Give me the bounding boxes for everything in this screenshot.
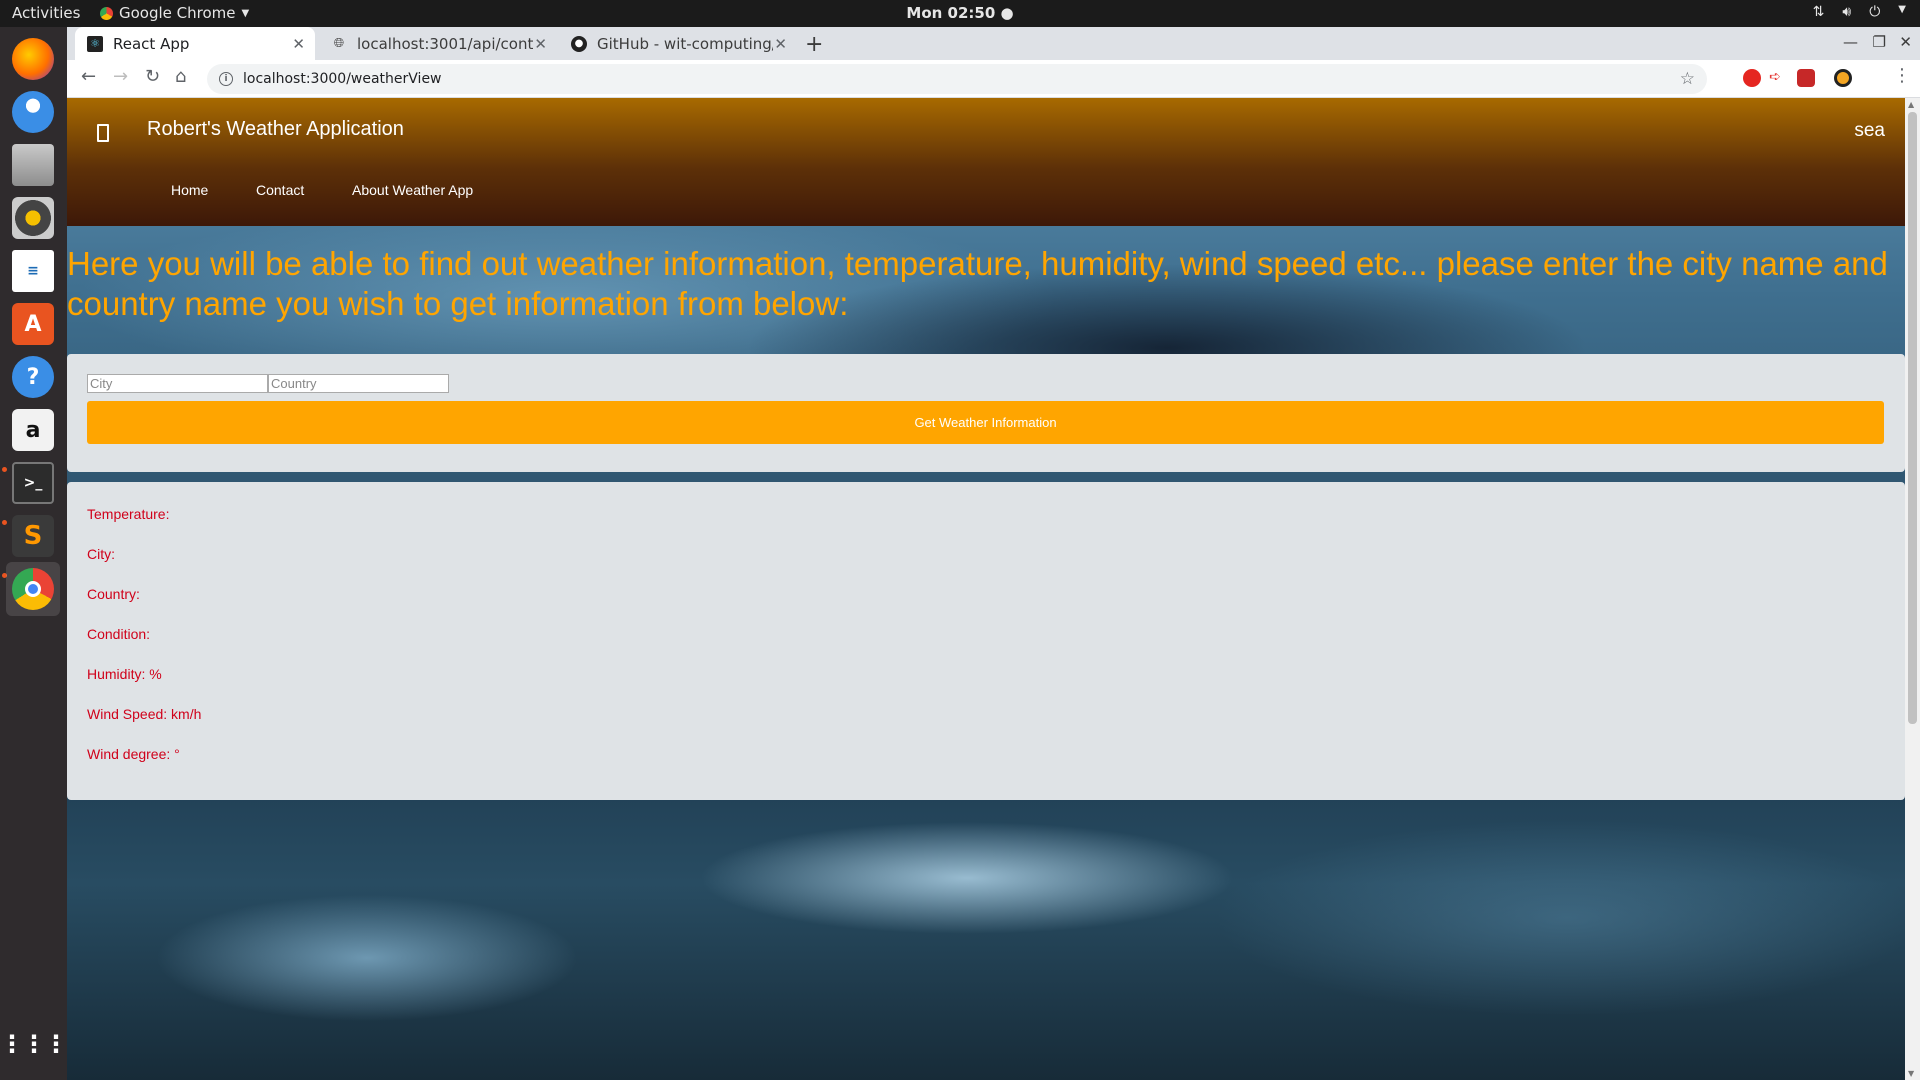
clock[interactable]: Mon 02:50 ● bbox=[906, 4, 1013, 22]
search-label[interactable]: sea bbox=[1854, 120, 1885, 142]
app-menu[interactable]: Google Chrome ▼ bbox=[100, 4, 249, 22]
nav-contact[interactable]: Contact bbox=[256, 182, 304, 198]
restore-button[interactable]: ❐ bbox=[1873, 33, 1886, 51]
scrollbar-thumb[interactable] bbox=[1908, 112, 1917, 724]
dock-software[interactable]: A bbox=[6, 297, 60, 351]
city-label: City: bbox=[87, 546, 115, 562]
nav-about[interactable]: About Weather App bbox=[352, 182, 473, 198]
tab-strip: ⚛ React App ✕ 🌐︎ localhost:3001/api/cont… bbox=[67, 27, 1920, 60]
new-tab-button[interactable]: + bbox=[805, 32, 823, 57]
browser-toolbar: ← → ↻ ⌂ i localhost:3000/weatherView ☆ ➪… bbox=[67, 60, 1920, 98]
country-label: Country: bbox=[87, 586, 140, 602]
web-page: Robert's Weather Application sea Home Co… bbox=[67, 98, 1905, 1080]
address-bar[interactable]: i localhost:3000/weatherView ☆ bbox=[207, 64, 1707, 94]
close-icon[interactable]: ✕ bbox=[292, 35, 305, 53]
weather-results: Temperature: City: Country: Condition: H… bbox=[67, 482, 1905, 800]
dock-firefox[interactable] bbox=[6, 32, 60, 86]
dock-thunderbird[interactable] bbox=[6, 85, 60, 139]
tab-react-app[interactable]: ⚛ React App ✕ bbox=[75, 27, 315, 60]
close-icon[interactable]: ✕ bbox=[534, 35, 547, 53]
tab-api-contacts[interactable]: 🌐︎ localhost:3001/api/conta ✕ bbox=[319, 27, 557, 60]
chevron-down-icon: ▼ bbox=[1898, 4, 1906, 15]
app-header: Robert's Weather Application sea Home Co… bbox=[67, 98, 1905, 226]
page-scrollbar[interactable]: ▲ ▼ bbox=[1905, 98, 1920, 1080]
bookmark-star-icon[interactable]: ☆ bbox=[1680, 69, 1695, 89]
firefox-icon bbox=[12, 38, 54, 80]
dock-amazon[interactable]: a bbox=[6, 403, 60, 457]
sublime-text-icon: S bbox=[12, 515, 54, 557]
amazon-icon: a bbox=[12, 409, 54, 451]
chrome-icon bbox=[12, 568, 54, 610]
profile-avatar-icon[interactable] bbox=[1834, 69, 1852, 87]
home-button[interactable]: ⌂ bbox=[175, 66, 186, 87]
opera-extension-icon[interactable] bbox=[1743, 69, 1761, 87]
arrow-extension-icon[interactable]: ➪ bbox=[1769, 69, 1787, 87]
github-icon: ● bbox=[571, 35, 587, 52]
tab-label: localhost:3001/api/conta bbox=[357, 34, 533, 53]
condition-label: Condition: bbox=[87, 626, 151, 642]
chevron-down-icon: ▼ bbox=[241, 7, 250, 19]
application-dock: ≡ A ? a >_ S ⋮⋮⋮ bbox=[0, 27, 68, 1080]
menu-icon[interactable] bbox=[97, 124, 109, 142]
activities-button[interactable]: Activities bbox=[12, 4, 80, 22]
url-text: localhost:3000/weatherView bbox=[243, 71, 442, 87]
chrome-icon bbox=[100, 6, 113, 20]
red-extension-icon[interactable] bbox=[1797, 69, 1815, 87]
notification-dot-icon: ● bbox=[1000, 4, 1014, 22]
dock-files[interactable] bbox=[6, 138, 60, 192]
intro-text: Here you will be able to find out weathe… bbox=[67, 245, 1888, 322]
tab-label: React App bbox=[113, 34, 190, 53]
reload-button[interactable]: ↻ bbox=[145, 66, 160, 87]
dock-chrome[interactable] bbox=[6, 562, 60, 616]
window-close-button[interactable]: ✕ bbox=[1899, 33, 1912, 51]
software-center-icon: A bbox=[12, 303, 54, 345]
terminal-icon: >_ bbox=[12, 462, 54, 504]
nav-home[interactable]: Home bbox=[171, 182, 208, 198]
chrome-menu-icon[interactable]: ⋮ bbox=[1893, 65, 1911, 86]
dock-rhythmbox[interactable] bbox=[6, 191, 60, 245]
temperature-label: Temperature: bbox=[87, 506, 170, 522]
humidity-label: Humidity: % bbox=[87, 666, 162, 682]
grid-icon: ⋮⋮⋮ bbox=[0, 1030, 68, 1058]
dock-terminal[interactable]: >_ bbox=[6, 456, 60, 510]
writer-icon: ≡ bbox=[12, 250, 54, 292]
power-icon: ⏻ bbox=[1869, 4, 1881, 20]
scroll-down-icon[interactable]: ▼ bbox=[1908, 1069, 1914, 1078]
volume-icon: 🔊︎ bbox=[1842, 4, 1852, 20]
dock-writer[interactable]: ≡ bbox=[6, 244, 60, 298]
wind-speed-label: Wind Speed: km/h bbox=[87, 706, 202, 722]
tab-label: GitHub - wit-computing/v bbox=[597, 34, 773, 53]
react-favicon-icon: ⚛ bbox=[87, 35, 103, 52]
city-input[interactable] bbox=[87, 374, 268, 393]
dock-sublime[interactable]: S bbox=[6, 509, 60, 563]
show-applications-button[interactable]: ⋮⋮⋮ bbox=[0, 1017, 68, 1071]
scroll-up-icon[interactable]: ▲ bbox=[1908, 100, 1914, 109]
app-name: Google Chrome bbox=[119, 4, 236, 22]
app-title[interactable]: Robert's Weather Application bbox=[147, 118, 404, 141]
help-icon: ? bbox=[12, 356, 54, 398]
system-top-bar: Activities Google Chrome ▼ Mon 02:50 ● ⇅… bbox=[0, 0, 1920, 27]
dock-help[interactable]: ? bbox=[6, 350, 60, 404]
globe-icon: 🌐︎ bbox=[333, 36, 345, 51]
rhythmbox-icon bbox=[12, 197, 54, 239]
minimize-button[interactable]: — bbox=[1843, 33, 1858, 51]
tab-github[interactable]: ● GitHub - wit-computing/v ✕ bbox=[559, 27, 797, 60]
browser-window: ⚛ React App ✕ 🌐︎ localhost:3001/api/cont… bbox=[67, 27, 1920, 1080]
system-tray[interactable]: ⇅ 🔊︎ ⏻ ▼ bbox=[1813, 4, 1906, 20]
network-icon: ⇅ bbox=[1812, 4, 1825, 20]
forward-button[interactable]: → bbox=[113, 66, 128, 87]
country-input[interactable] bbox=[268, 374, 449, 393]
weather-form: Get Weather Information bbox=[67, 354, 1905, 472]
thunderbird-icon bbox=[12, 91, 54, 133]
files-icon bbox=[12, 144, 54, 186]
close-icon[interactable]: ✕ bbox=[774, 35, 787, 53]
back-button[interactable]: ← bbox=[81, 66, 96, 87]
info-icon[interactable]: i bbox=[219, 72, 233, 86]
get-weather-button[interactable]: Get Weather Information bbox=[87, 401, 1884, 444]
wind-degree-label: Wind degree: ° bbox=[87, 746, 180, 762]
